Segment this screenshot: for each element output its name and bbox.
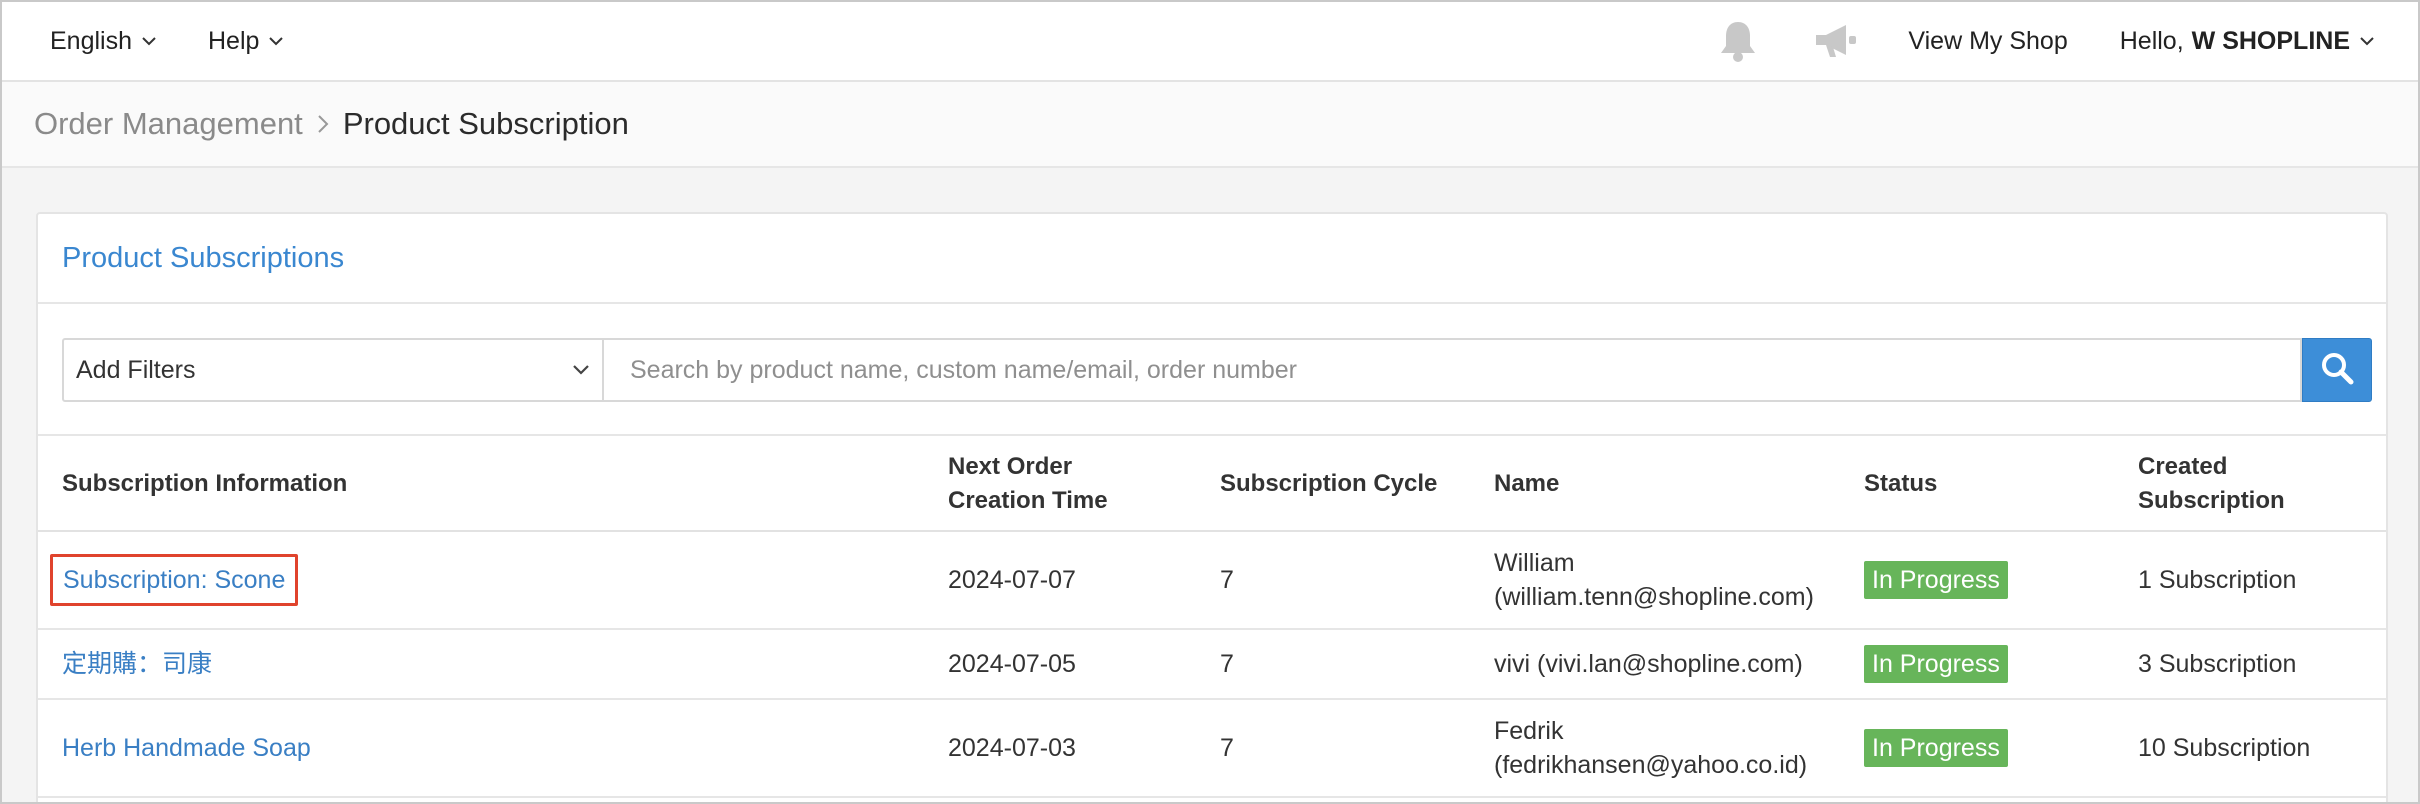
panel-header: Product Subscriptions	[38, 214, 2386, 304]
search-input[interactable]	[604, 338, 2302, 402]
subscription-link[interactable]: Subscription: Scone	[63, 566, 285, 594]
cell-cycle: 7	[1220, 566, 1234, 594]
panel-title: Product Subscriptions	[62, 241, 345, 274]
cell-subscription-info: Subscription: Scone	[50, 532, 942, 628]
cell-name: Fedrik (fedrikhansen@yahoo.co.id)	[1494, 700, 1854, 796]
cell-status: In Progress	[1864, 532, 2124, 628]
cell-status: In Progress	[1864, 700, 2124, 796]
customer-name-line1: William	[1494, 549, 1575, 577]
language-label: English	[50, 26, 132, 55]
app-frame: English Help View My Shop Hello, W SHOPL…	[0, 0, 2420, 804]
customer-name: Fedrik (fedrikhansen@yahoo.co.id)	[1494, 714, 1807, 782]
search-button[interactable]	[2302, 338, 2372, 402]
customer-name-line2: (william.tenn@shopline.com)	[1494, 583, 1814, 611]
header-info-label: Subscription Information	[62, 470, 348, 497]
subscriptions-panel: Product Subscriptions Add Filters Search…	[36, 212, 2388, 802]
table-row: Herb Handmade Soap 2024-07-03 7 Fedrik (…	[38, 700, 2386, 798]
cell-cycle: 7	[1220, 734, 1234, 762]
customer-name-line2: (fedrikhansen@yahoo.co.id)	[1494, 751, 1808, 779]
help-label: Help	[208, 26, 260, 55]
header-name-label: Name	[1494, 470, 1560, 497]
status-badge: In Progress	[1864, 645, 2008, 683]
chevron-down-icon	[572, 364, 590, 376]
greeting-text: Hello,	[2119, 26, 2184, 55]
cell-next-order: 2024-07-05	[948, 650, 1076, 678]
header-subscription-cycle: Subscription Cycle	[1220, 436, 1480, 532]
add-filters-label: Add Filters	[76, 355, 196, 384]
cell-status: In Progress	[1864, 630, 2124, 698]
breadcrumb-order-management[interactable]: Order Management	[34, 106, 303, 142]
table-row: 定期購：司康 2024-07-05 7 vivi (vivi.lan@shopl…	[38, 630, 2386, 700]
user-menu-dropdown[interactable]: Hello, W SHOPLINE	[2120, 27, 2374, 56]
cell-name: vivi (vivi.lan@shopline.com)	[1494, 650, 1803, 678]
help-dropdown[interactable]: Help	[208, 26, 284, 56]
header-next-order-line2: Creation Time	[948, 487, 1108, 514]
header-next-order-line1: Next Order	[948, 453, 1073, 480]
header-status: Status	[1864, 436, 2124, 532]
cell-next-order: 2024-07-07	[948, 566, 1076, 594]
header-next-order-label: Next Order Creation Time	[948, 450, 1108, 518]
subscriptions-table: Subscription Information Next Order Crea…	[38, 434, 2386, 798]
status-badge: In Progress	[1864, 729, 2008, 767]
topbar-left: English Help	[2, 26, 284, 56]
filter-bar: Add Filters	[62, 338, 2372, 402]
header-cycle-label: Subscription Cycle	[1220, 470, 1438, 497]
bell-icon[interactable]	[1718, 19, 1758, 63]
view-my-shop-link[interactable]: View My Shop	[1908, 27, 2067, 56]
topbar-right: View My Shop Hello, W SHOPLINE	[1718, 19, 2418, 63]
subscription-link[interactable]: Herb Handmade Soap	[62, 700, 942, 796]
megaphone-icon[interactable]	[1812, 21, 1858, 61]
chevron-down-icon	[269, 36, 284, 46]
header-created-label: Created Subscription	[2138, 450, 2285, 518]
header-created-line1: Created	[2138, 453, 2228, 480]
top-navbar: English Help View My Shop Hello, W SHOPL…	[2, 2, 2418, 82]
chevron-down-icon	[142, 36, 156, 46]
cell-created: 3 Subscription	[2138, 650, 2297, 678]
cell-next-order: 2024-07-03	[948, 734, 1076, 762]
cell-created: 10 Subscription	[2138, 734, 2311, 762]
header-created-line2: Subscription	[2138, 487, 2285, 514]
table-header: Subscription Information Next Order Crea…	[38, 436, 2386, 532]
breadcrumb-current: Product Subscription	[342, 106, 629, 141]
breadcrumb: Order Management Product Subscription	[2, 82, 2418, 168]
chevron-right-icon	[317, 114, 329, 134]
header-next-order-creation-time: Next Order Creation Time	[948, 436, 1208, 532]
customer-name-line1: Fedrik	[1494, 717, 1564, 745]
highlight-box: Subscription: Scone	[50, 554, 299, 606]
add-filters-dropdown[interactable]: Add Filters	[62, 338, 604, 402]
customer-name: William (william.tenn@shopline.com)	[1494, 546, 1814, 614]
status-badge: In Progress	[1864, 561, 2008, 599]
language-dropdown[interactable]: English	[50, 27, 156, 56]
cell-cycle: 7	[1220, 650, 1234, 678]
cell-name: William (william.tenn@shopline.com)	[1494, 532, 1854, 628]
header-created-subscription: Created Subscription	[2138, 436, 2378, 532]
search-icon	[2320, 351, 2354, 390]
user-name: W SHOPLINE	[2191, 26, 2350, 55]
table-row: Subscription: Scone 2024-07-07 7 William…	[38, 532, 2386, 630]
header-name: Name	[1494, 436, 1854, 532]
chevron-down-icon	[2360, 36, 2374, 46]
cell-created: 1 Subscription	[2138, 566, 2297, 594]
header-subscription-information: Subscription Information	[62, 436, 942, 532]
header-status-label: Status	[1864, 470, 1938, 497]
subscription-link[interactable]: 定期購：司康	[62, 630, 942, 698]
